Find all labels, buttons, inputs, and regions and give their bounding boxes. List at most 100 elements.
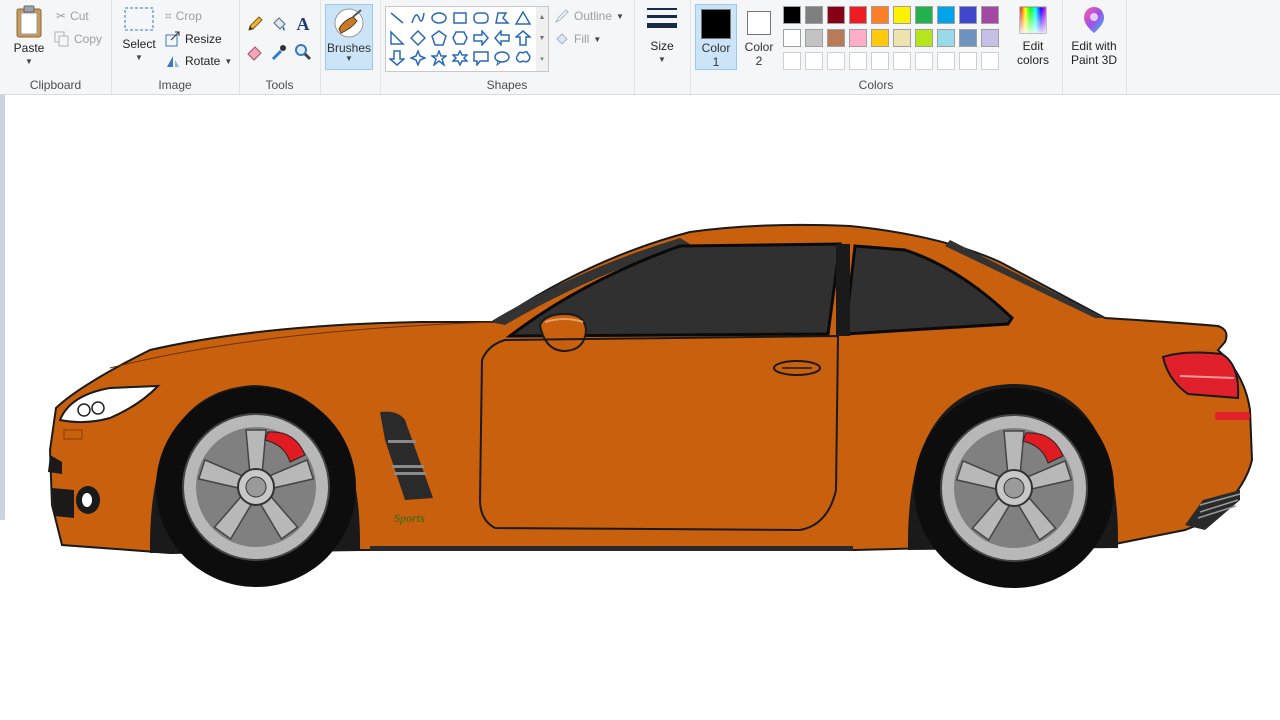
chevron-down-icon: ▼ [593, 34, 602, 44]
eraser-icon[interactable] [245, 42, 265, 62]
paint3d-label-line2: Paint 3D [1070, 53, 1118, 67]
paint3d-group: Edit with Paint 3D [1062, 0, 1127, 94]
shapes-group-label: Shapes [486, 78, 528, 92]
palette-swatch[interactable] [871, 52, 889, 70]
polygon-shape-icon[interactable] [493, 9, 511, 27]
color1-button[interactable]: Color 1 [695, 4, 737, 70]
pentagon-shape-icon[interactable] [430, 29, 448, 47]
color2-label-line1: Color [744, 40, 774, 54]
five-point-star-shape-icon[interactable] [430, 49, 448, 67]
edit-colors-label-line2: colors [1016, 53, 1049, 67]
size-group: Size ▼ [634, 0, 691, 94]
palette-swatch[interactable] [871, 6, 889, 24]
select-icon [124, 7, 154, 31]
palette-swatch[interactable] [915, 52, 933, 70]
down-arrow-shape-icon[interactable] [388, 49, 406, 67]
color2-button[interactable]: Color 2 [738, 4, 780, 70]
line-shape-icon[interactable] [388, 9, 406, 27]
color-picker-icon[interactable] [269, 42, 289, 62]
six-point-star-shape-icon[interactable] [451, 49, 469, 67]
palette-swatch[interactable] [827, 52, 845, 70]
outline-label: Outline [574, 9, 613, 23]
palette-swatch[interactable] [937, 29, 955, 47]
palette-swatch[interactable] [937, 6, 955, 24]
edit-with-paint3d-button[interactable]: Edit with Paint 3D [1064, 4, 1124, 67]
magnifier-icon[interactable] [293, 42, 313, 62]
palette-swatch[interactable] [981, 6, 999, 24]
palette-swatch[interactable] [915, 6, 933, 24]
tools-group: A Tools [239, 0, 321, 94]
palette-swatch[interactable] [783, 52, 801, 70]
palette-swatch[interactable] [805, 6, 823, 24]
cut-button[interactable]: ✂ Cut [56, 6, 89, 26]
fill-button[interactable]: Fill ▼ [554, 29, 601, 49]
palette-swatch[interactable] [893, 29, 911, 47]
paint3d-icon [1084, 7, 1104, 33]
scroll-up-icon[interactable]: ▲ [536, 7, 548, 28]
palette-swatch[interactable] [959, 6, 977, 24]
rounded-rectangle-shape-icon[interactable] [472, 9, 490, 27]
right-arrow-shape-icon[interactable] [472, 29, 490, 47]
brushes-button[interactable]: Brushes ▼ [325, 4, 373, 70]
triangle-shape-icon[interactable] [514, 9, 532, 27]
edit-colors-label-line1: Edit [1022, 39, 1044, 53]
palette-swatch[interactable] [893, 52, 911, 70]
text-tool-icon[interactable]: A [293, 14, 313, 34]
palette-swatch[interactable] [915, 29, 933, 47]
select-button[interactable]: Select ▼ [119, 4, 159, 65]
palette-swatch[interactable] [783, 29, 801, 47]
four-point-star-shape-icon[interactable] [409, 49, 427, 67]
fill-bucket-icon[interactable] [269, 14, 289, 34]
edit-colors-button[interactable]: Edit colors [1012, 4, 1054, 67]
palette-swatch[interactable] [981, 29, 999, 47]
color2-swatch [747, 11, 771, 35]
palette-swatch[interactable] [871, 29, 889, 47]
paste-button[interactable]: Paste ▼ [8, 4, 50, 69]
palette-swatch[interactable] [783, 6, 801, 24]
palette-swatch[interactable] [805, 52, 823, 70]
chevron-down-icon: ▼ [224, 56, 233, 66]
copy-button[interactable]: Copy [54, 29, 102, 49]
oval-shape-icon[interactable] [430, 9, 448, 27]
palette-swatch[interactable] [981, 52, 999, 70]
rect-callout-shape-icon[interactable] [472, 49, 490, 67]
chevron-down-icon: ▼ [25, 57, 33, 66]
paint3d-label-line1: Edit with [1071, 39, 1117, 53]
palette-swatch[interactable] [937, 52, 955, 70]
drawing-canvas[interactable] [0, 95, 1280, 720]
palette-swatch[interactable] [849, 29, 867, 47]
palette-swatch[interactable] [849, 52, 867, 70]
cloud-callout-shape-icon[interactable] [514, 49, 532, 67]
hexagon-shape-icon[interactable] [451, 29, 469, 47]
pencil-icon[interactable] [245, 14, 265, 34]
diamond-shape-icon[interactable] [409, 29, 427, 47]
canvas-resize-edge[interactable] [0, 95, 5, 520]
brush-icon [334, 8, 364, 38]
color1-label-line1: Color [701, 41, 731, 55]
brushes-label: Brushes [326, 41, 372, 55]
curve-shape-icon[interactable] [409, 9, 427, 27]
rotate-icon [167, 56, 179, 67]
right-triangle-shape-icon[interactable] [388, 29, 406, 47]
palette-swatch[interactable] [849, 6, 867, 24]
palette-swatch[interactable] [893, 6, 911, 24]
resize-button[interactable]: Resize [165, 29, 222, 49]
left-arrow-shape-icon[interactable] [493, 29, 511, 47]
rectangle-shape-icon[interactable] [451, 9, 469, 27]
up-arrow-shape-icon[interactable] [514, 29, 532, 47]
palette-swatch[interactable] [827, 6, 845, 24]
palette-swatch[interactable] [959, 52, 977, 70]
crop-button[interactable]: ⌗ Crop [165, 6, 202, 26]
gallery-more-icon[interactable]: ▾ [536, 49, 548, 70]
palette-swatch[interactable] [827, 29, 845, 47]
size-button[interactable]: Size ▼ [642, 4, 682, 67]
select-label: Select [122, 37, 156, 51]
outline-button[interactable]: Outline ▼ [554, 6, 624, 26]
rotate-button[interactable]: Rotate ▼ [165, 51, 232, 71]
scroll-down-icon[interactable]: ▼ [536, 28, 548, 49]
palette-swatch[interactable] [805, 29, 823, 47]
palette-swatch[interactable] [959, 29, 977, 47]
shapes-scrollbar[interactable]: ▲ ▼ ▾ [536, 6, 549, 72]
chevron-down-icon: ▼ [135, 53, 143, 62]
oval-callout-shape-icon[interactable] [493, 49, 511, 67]
